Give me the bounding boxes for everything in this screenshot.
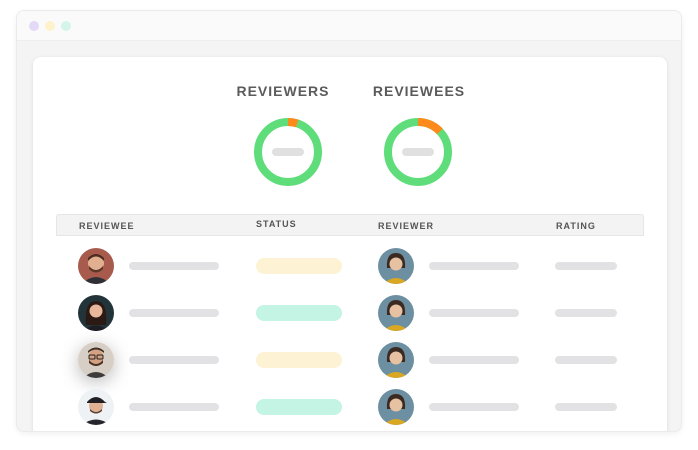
table-row[interactable] (56, 340, 644, 380)
reviewer-name-placeholder (429, 262, 519, 270)
woman-reviewer-avatar[interactable] (378, 295, 414, 331)
woman-reviewer-avatar[interactable] (378, 389, 414, 425)
status-pill-pending (256, 352, 342, 368)
reviews-table: REVIEWEE STATUS REVIEWER RATING (56, 214, 644, 431)
window-maximize-dot[interactable] (61, 21, 71, 31)
window-close-dot[interactable] (29, 21, 39, 31)
column-header-reviewee[interactable]: REVIEWEE (79, 221, 135, 231)
app-window: REVIEWERS REVIEWEES REVIEWEE STATUS REVI… (16, 10, 682, 432)
table-row[interactable] (56, 293, 644, 333)
reviewers-value-placeholder (272, 148, 304, 156)
column-header-rating[interactable]: RATING (556, 221, 596, 231)
man-beard-avatar[interactable] (78, 248, 114, 284)
woman-reviewer-avatar[interactable] (378, 248, 414, 284)
man-cap-avatar[interactable] (78, 389, 114, 425)
reviewee-name-placeholder (129, 309, 219, 317)
reviewers-stat-title: REVIEWERS (236, 83, 330, 99)
rating-placeholder (555, 309, 617, 317)
status-pill-complete (256, 399, 342, 415)
reviewer-name-placeholder (429, 356, 519, 364)
column-header-status[interactable]: STATUS (256, 219, 297, 229)
rating-placeholder (555, 262, 617, 270)
woman-reviewer-avatar[interactable] (378, 342, 414, 378)
reviewee-name-placeholder (129, 403, 219, 411)
reviewees-stat-title: REVIEWEES (372, 83, 466, 99)
reviewer-name-placeholder (429, 309, 519, 317)
status-pill-pending (256, 258, 342, 274)
rating-placeholder (555, 403, 617, 411)
window-minimize-dot[interactable] (45, 21, 55, 31)
table-row[interactable] (56, 387, 644, 427)
column-header-reviewer[interactable]: REVIEWER (378, 221, 434, 231)
table-row[interactable] (56, 246, 644, 286)
reviewees-value-placeholder (402, 148, 434, 156)
review-dashboard-card: REVIEWERS REVIEWEES REVIEWEE STATUS REVI… (33, 57, 667, 431)
reviewee-name-placeholder (129, 262, 219, 270)
woman-long-hair-avatar[interactable] (78, 295, 114, 331)
window-titlebar (17, 11, 681, 41)
reviewer-name-placeholder (429, 403, 519, 411)
table-header: REVIEWEE STATUS REVIEWER RATING (56, 214, 644, 236)
status-pill-complete (256, 305, 342, 321)
reviewee-name-placeholder (129, 356, 219, 364)
man-glasses-avatar[interactable] (78, 342, 114, 378)
rating-placeholder (555, 356, 617, 364)
